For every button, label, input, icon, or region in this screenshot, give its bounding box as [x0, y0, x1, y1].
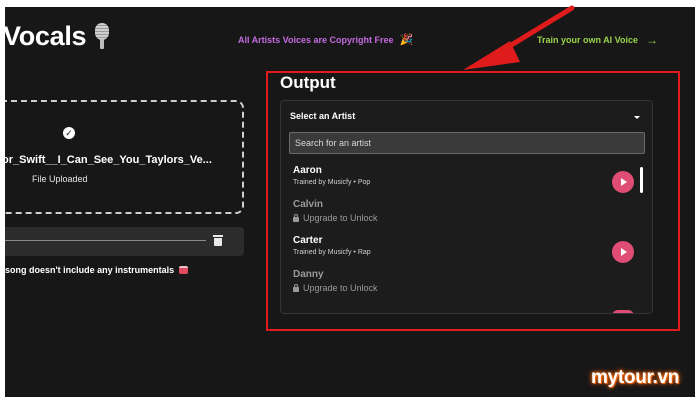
train-voice-link[interactable]: Train your own AI Voice → [537, 33, 658, 47]
app-window: Vocals All Artists Voices are Copyright … [5, 7, 695, 397]
page-title-text: Vocals [5, 21, 87, 51]
train-voice-link-text: Train your own AI Voice [537, 35, 639, 45]
party-popper-icon: 🎉 [399, 34, 414, 46]
drum-icon [179, 266, 189, 274]
microphone-icon [94, 22, 110, 51]
audio-player [5, 227, 244, 256]
instrumentals-warning: song doesn't include any instrumentals [5, 265, 189, 275]
copyright-notice-text: All Artists Voices are Copyright Free [238, 34, 394, 45]
highlight-frame [266, 71, 680, 331]
instrumentals-warning-text: song doesn't include any instrumentals [5, 265, 175, 275]
upload-status: File Uploaded [32, 174, 88, 184]
trash-icon[interactable] [213, 235, 223, 246]
check-circle-icon: ✓ [63, 127, 75, 139]
watermark-logo: mytour.vn [591, 367, 680, 388]
copyright-notice: All Artists Voices are Copyright Free 🎉 [238, 33, 413, 46]
page-title: Vocals [5, 21, 110, 52]
uploaded-file-name: or_Swift__I_Can_See_You_Taylors_Ve... [5, 154, 212, 166]
audio-progress-track[interactable] [5, 240, 206, 241]
arrow-right-icon: → [646, 33, 659, 47]
